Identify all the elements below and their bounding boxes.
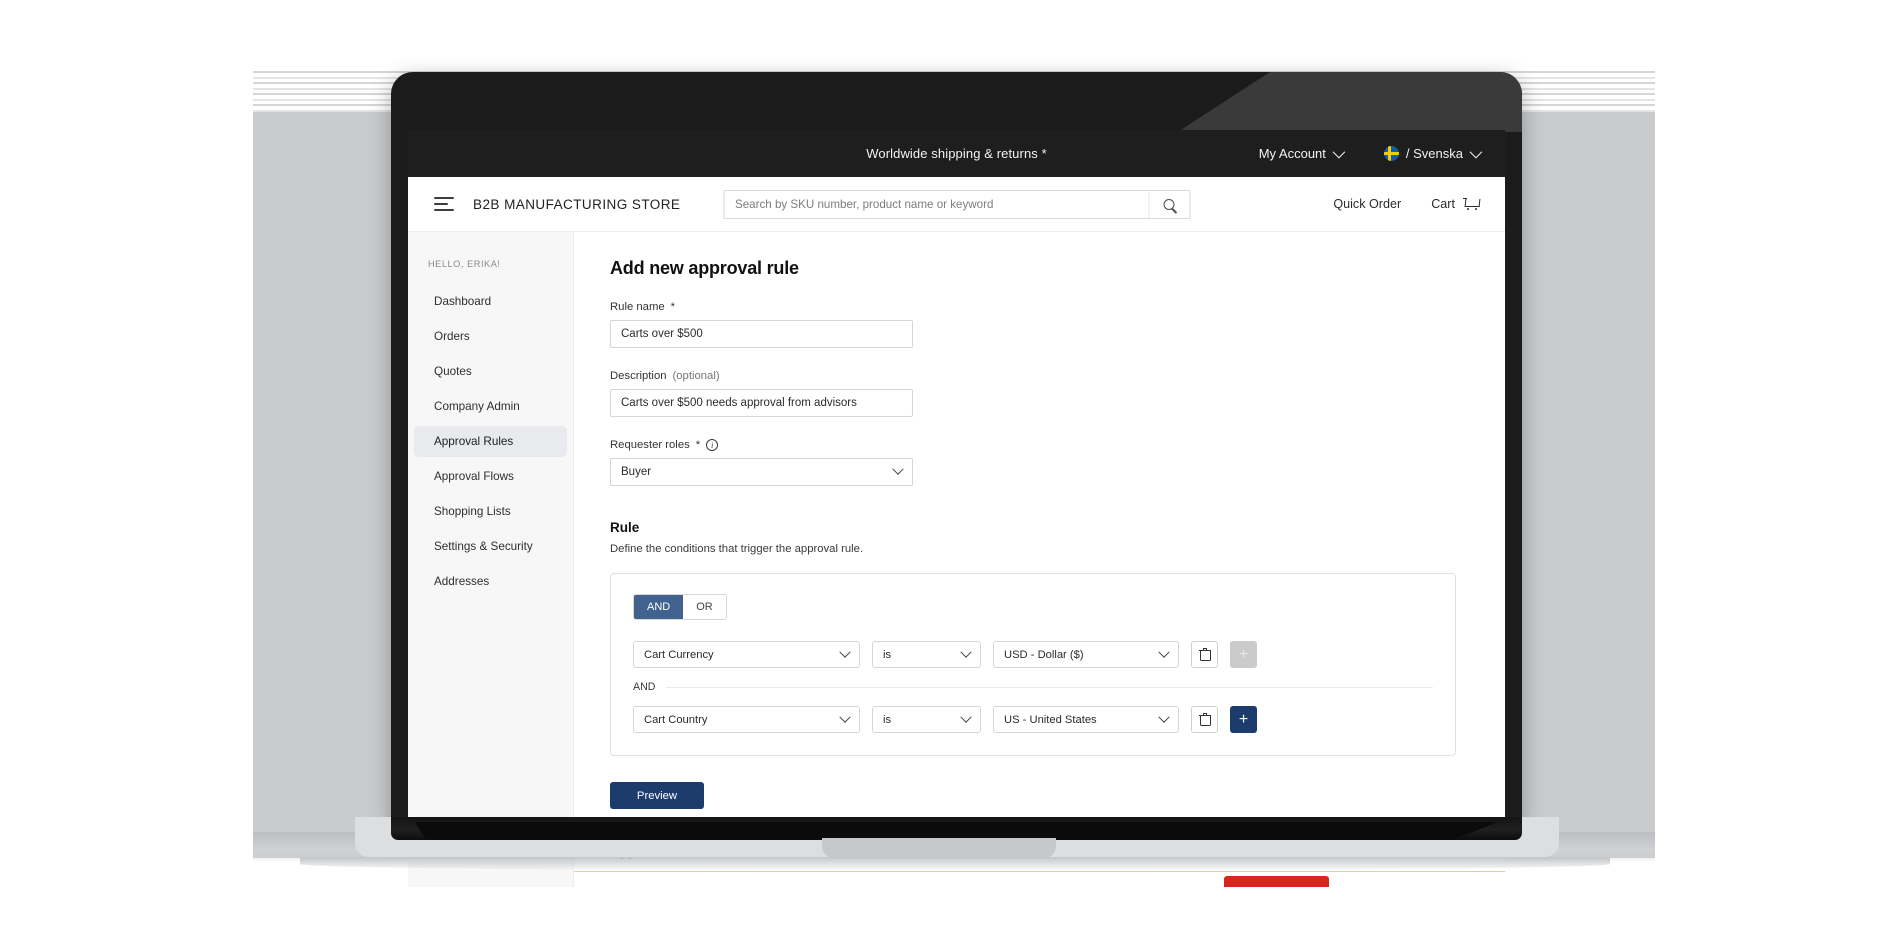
condition-operator-select[interactable]: is bbox=[872, 706, 981, 733]
utility-bar-right: My Account / Svenska bbox=[1258, 145, 1483, 161]
requester-roles-select[interactable]: Buyer bbox=[610, 458, 913, 486]
page-body: HELLO, ERIKA! Dashboard Orders Quotes Co… bbox=[408, 232, 1505, 887]
condition-row: Cart Currency is USD - Dollar ($) + bbox=[633, 641, 1433, 668]
my-account-label: My Account bbox=[1258, 146, 1326, 161]
sidebar-item-company-admin[interactable]: Company Admin bbox=[414, 391, 567, 422]
burger-line bbox=[434, 203, 448, 205]
description-label-text: Description bbox=[610, 370, 667, 382]
delete-condition-button[interactable] bbox=[1191, 706, 1218, 733]
laptop-trackpad-notch bbox=[822, 838, 1056, 858]
sidebar-item-addresses[interactable]: Addresses bbox=[414, 566, 567, 597]
content-footer-divider bbox=[574, 871, 1505, 887]
sidebar-greeting: HELLO, ERIKA! bbox=[428, 259, 501, 269]
condition-field-select[interactable]: Cart Currency bbox=[633, 641, 860, 668]
rule-section-title: Rule bbox=[610, 520, 640, 535]
requester-roles-label-text: Requester roles bbox=[610, 439, 690, 451]
description-input[interactable] bbox=[610, 389, 913, 417]
chevron-down-icon bbox=[839, 711, 851, 723]
sidebar-item-quotes[interactable]: Quotes bbox=[414, 356, 567, 387]
condition-operator-value: is bbox=[883, 713, 892, 726]
chevron-down-icon bbox=[1158, 646, 1170, 658]
hamburger-menu-icon[interactable] bbox=[434, 197, 454, 211]
logic-operator-toggle: AND OR bbox=[633, 594, 727, 620]
add-condition-button[interactable]: + bbox=[1230, 706, 1257, 733]
condition-value-text: US - United States bbox=[1004, 713, 1097, 726]
search-input[interactable] bbox=[724, 190, 1148, 218]
store-brand-name[interactable]: B2B MANUFACTURING STORE bbox=[473, 197, 680, 212]
chevron-down-icon bbox=[892, 463, 904, 475]
burger-line bbox=[434, 209, 454, 211]
requester-roles-value: Buyer bbox=[621, 466, 652, 478]
condition-value-select[interactable]: US - United States bbox=[993, 706, 1179, 733]
chevron-down-icon bbox=[1158, 711, 1170, 723]
required-marker: * bbox=[695, 439, 701, 451]
laptop-lid-sheen bbox=[1177, 72, 1522, 132]
condition-separator-label: AND bbox=[633, 681, 656, 693]
add-condition-button-disabled: + bbox=[1230, 641, 1257, 668]
cart-link[interactable]: Cart bbox=[1431, 197, 1479, 211]
account-sidebar: HELLO, ERIKA! Dashboard Orders Quotes Co… bbox=[408, 232, 574, 887]
condition-field-select[interactable]: Cart Country bbox=[633, 706, 860, 733]
condition-row: Cart Country is US - United States + bbox=[633, 706, 1433, 733]
chevron-down-icon bbox=[960, 711, 972, 723]
trash-icon bbox=[1198, 712, 1211, 726]
chevron-down-icon bbox=[960, 646, 972, 658]
condition-operator-select[interactable]: is bbox=[872, 641, 981, 668]
sidebar-item-approval-rules[interactable]: Approval Rules bbox=[414, 426, 567, 457]
trash-icon bbox=[1198, 647, 1211, 661]
cart-wheels bbox=[1467, 208, 1477, 211]
page-title: Add new approval rule bbox=[610, 258, 799, 278]
rule-name-label: Rule name * bbox=[610, 301, 1505, 313]
separator-line bbox=[666, 686, 1433, 688]
rule-name-label-text: Rule name bbox=[610, 301, 665, 313]
chevron-down-icon bbox=[839, 646, 851, 658]
laptop-base-shadow bbox=[300, 857, 1610, 871]
rule-name-input[interactable] bbox=[610, 320, 913, 348]
condition-value-select[interactable]: USD - Dollar ($) bbox=[993, 641, 1179, 668]
language-label: / Svenska bbox=[1405, 146, 1463, 161]
laptop-base-inner-shadow bbox=[415, 822, 1498, 839]
quick-order-link[interactable]: Quick Order bbox=[1333, 197, 1401, 211]
requester-roles-label: Requester roles * i bbox=[610, 439, 1505, 451]
condition-operator-value: is bbox=[883, 648, 892, 661]
sidebar-item-orders[interactable]: Orders bbox=[414, 321, 567, 352]
search-icon bbox=[1163, 198, 1175, 210]
swedish-flag-icon bbox=[1383, 146, 1399, 161]
laptop-lid: Worldwide shipping & returns * My Accoun… bbox=[391, 72, 1522, 887]
delete-condition-button[interactable] bbox=[1191, 641, 1218, 668]
logic-toggle-or[interactable]: OR bbox=[683, 595, 726, 619]
optional-marker: (optional) bbox=[672, 370, 720, 382]
search-submit-button[interactable] bbox=[1148, 190, 1189, 218]
primary-cta-button-cropped[interactable] bbox=[1224, 876, 1329, 887]
main-content: Add new approval rule Rule name * Descri… bbox=[574, 232, 1505, 887]
language-selector[interactable]: / Svenska bbox=[1383, 145, 1483, 161]
rule-section-subtitle: Define the conditions that trigger the a… bbox=[610, 543, 864, 555]
sidebar-item-approval-flows[interactable]: Approval Flows bbox=[414, 461, 567, 492]
shopping-cart-icon bbox=[1463, 197, 1479, 211]
laptop-mockup-scene: Worldwide shipping & returns * My Accoun… bbox=[0, 0, 1896, 944]
preview-button[interactable]: Preview bbox=[610, 782, 704, 809]
condition-field-value: Cart Currency bbox=[644, 648, 714, 661]
header-actions: Quick Order Cart bbox=[1333, 197, 1479, 211]
required-marker: * bbox=[670, 301, 676, 313]
description-label: Description (optional) bbox=[610, 370, 1505, 382]
search-bar bbox=[723, 189, 1190, 219]
rule-builder-panel: AND OR Cart Currency is USD - Dollar ($)… bbox=[610, 573, 1456, 756]
condition-value-text: USD - Dollar ($) bbox=[1004, 648, 1084, 661]
laptop-screen: Worldwide shipping & returns * My Accoun… bbox=[408, 130, 1505, 887]
sidebar-item-dashboard[interactable]: Dashboard bbox=[414, 286, 567, 317]
sidebar-item-settings-security[interactable]: Settings & Security bbox=[414, 531, 567, 562]
my-account-menu[interactable]: My Account bbox=[1258, 145, 1346, 161]
condition-separator: AND bbox=[633, 681, 1433, 693]
sidebar-item-shopping-lists[interactable]: Shopping Lists bbox=[414, 496, 567, 527]
burger-line bbox=[434, 197, 454, 199]
chevron-down-icon bbox=[1332, 145, 1346, 159]
condition-field-value: Cart Country bbox=[644, 713, 708, 726]
utility-bar: Worldwide shipping & returns * My Accoun… bbox=[408, 130, 1505, 177]
info-icon[interactable]: i bbox=[706, 439, 719, 451]
logic-toggle-and[interactable]: AND bbox=[634, 595, 684, 619]
cart-label: Cart bbox=[1431, 197, 1455, 211]
site-header: B2B MANUFACTURING STORE Quick Order Cart bbox=[408, 177, 1505, 232]
